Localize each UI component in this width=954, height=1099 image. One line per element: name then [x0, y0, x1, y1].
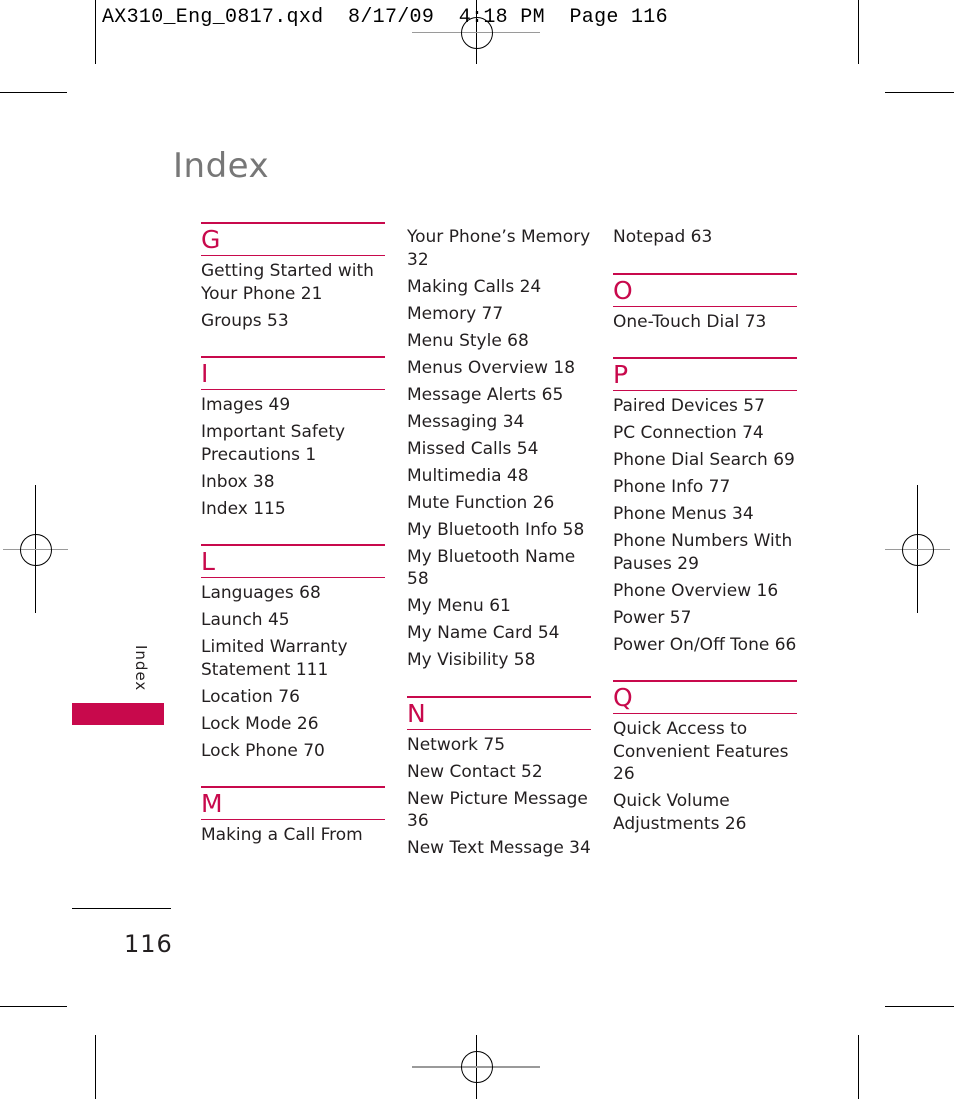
section-letter: I — [201, 359, 209, 388]
section-letter: M — [201, 789, 223, 818]
crop-mark — [858, 1035, 859, 1099]
index-section: Notepad 63 — [613, 226, 797, 249]
index-entry: Inbox 38 — [201, 471, 275, 492]
section-header: O — [613, 272, 797, 307]
index-entry: New Picture Message 36 — [407, 788, 588, 832]
index-section: N Network 75 New Contact 52 New Picture Mes… — [407, 695, 591, 860]
index-entry: My Menu 61 — [407, 596, 511, 616]
index-entry: Images 49 — [201, 395, 291, 415]
section-header: M — [201, 786, 385, 820]
index-entry: Messaging 34 — [407, 411, 525, 432]
index-entry: Mute Function 26 — [407, 492, 555, 513]
index-section: Your Phone’s Memory 32 Making Calls 24 Mem… — [407, 226, 591, 672]
section-header: L — [201, 544, 385, 578]
crop-mark — [95, 1035, 96, 1099]
index-entry: Phone Menus 34 — [613, 504, 754, 524]
section-header: P — [613, 357, 797, 391]
index-section: O One-Touch Dial 73 — [613, 272, 797, 334]
index-entry: My Bluetooth Name 58 — [407, 546, 576, 590]
index-entry: Phone Overview 16 — [613, 580, 779, 601]
index-entry: Limited Warranty Statement 111 — [201, 637, 348, 680]
index-entry: Launch 45 — [201, 610, 290, 630]
index-entry: Getting Started with Your Phone 21 — [201, 261, 374, 304]
index-entry: Multimedia 48 — [407, 465, 529, 486]
index-entry: One-Touch Dial 73 — [613, 311, 767, 332]
index-entry: My Name Card 54 — [407, 623, 560, 643]
index-entry: Memory 77 — [407, 303, 504, 324]
crop-mark — [885, 1006, 954, 1007]
index-entry: Phone Numbers With Pauses 29 — [613, 531, 793, 574]
index-entry: Missed Calls 54 — [407, 438, 539, 459]
section-header: Q — [613, 680, 797, 714]
index-entry: My Visibility 58 — [407, 650, 536, 670]
section-header: N — [407, 695, 591, 730]
index-entry: Network 75 — [407, 734, 506, 755]
index-section: M Making a Call From — [201, 786, 385, 847]
index-column-2: Your Phone’s Memory 32 Making Calls 24 Mem… — [407, 226, 591, 884]
index-entry: Phone Dial Search 69 — [613, 450, 795, 470]
index-section: L Languages 68 Launch 45 Limited Warranty S… — [201, 544, 385, 762]
section-letter: Q — [613, 683, 633, 712]
index-entry: Languages 68 — [201, 583, 321, 603]
index-entry: Lock Mode 26 — [201, 713, 319, 734]
index-entry: Groups 53 — [201, 310, 289, 331]
index-entry: New Text Message 34 — [407, 838, 591, 858]
section-letter: P — [613, 360, 629, 389]
section-header: G — [201, 222, 385, 256]
index-entry: Phone Info 77 — [613, 477, 731, 497]
side-tab-bar — [72, 703, 164, 725]
crop-mark — [885, 92, 954, 93]
footer-rule — [72, 908, 171, 909]
page-title: Index — [173, 146, 270, 186]
index-entry: Index 115 — [201, 498, 286, 519]
index-entry: Your Phone’s Memory 32 — [407, 227, 591, 270]
index-column-1: G Getting Started with Your Phone 21 Group… — [201, 222, 385, 871]
index-entry: Location 76 — [201, 686, 300, 707]
index-entry: Menus Overview 18 — [407, 357, 576, 378]
index-entry: Paired Devices 57 — [613, 396, 765, 416]
index-entry: Quick Volume Adjustments 26 — [613, 791, 747, 834]
page-number: 116 — [124, 930, 173, 958]
crop-mark — [95, 0, 96, 64]
crop-mark — [858, 0, 859, 64]
index-entry: Notepad 63 — [613, 227, 713, 247]
side-tab-label: Index — [132, 645, 150, 692]
section-letter: G — [201, 225, 221, 254]
index-entry: Power 57 — [613, 607, 692, 628]
index-entry: Important Safety Precautions 1 — [201, 422, 346, 465]
index-entry: My Bluetooth Info 58 — [407, 519, 585, 540]
section-letter: L — [201, 547, 215, 576]
index-entry: Making Calls 24 — [407, 276, 542, 297]
crop-mark — [0, 92, 67, 93]
crop-mark — [0, 1006, 67, 1007]
section-header: I — [201, 356, 385, 390]
index-section: G Getting Started with Your Phone 21 Group… — [201, 222, 385, 332]
index-entry: Power On/Off Tone 66 — [613, 634, 797, 655]
index-column-3: Notepad 63 O One-Touch Dial 73 P Paired Devi… — [613, 226, 797, 859]
index-entry: Menu Style 68 — [407, 330, 529, 351]
index-entry: Lock Phone 70 — [201, 740, 325, 761]
index-section: P Paired Devices 57 PC Connection 74 Phone … — [613, 357, 797, 656]
index-section: I Images 49 Important Safety Precautions 1… — [201, 356, 385, 520]
section-letter: N — [407, 698, 426, 728]
index-entry: Message Alerts 65 — [407, 384, 564, 405]
index-section: Q Quick Access to Convenient Features 26 Q… — [613, 680, 797, 835]
index-entry: Quick Access to Convenient Features 26 — [613, 719, 789, 784]
section-letter: O — [613, 275, 633, 305]
index-entry: New Contact 52 — [407, 761, 543, 782]
print-slug: AX310_Eng_0817.qxd 8/17/09 4:18 PM Page … — [102, 6, 668, 29]
index-entry: Making a Call From — [201, 825, 363, 845]
index-entry: PC Connection 74 — [613, 423, 764, 443]
